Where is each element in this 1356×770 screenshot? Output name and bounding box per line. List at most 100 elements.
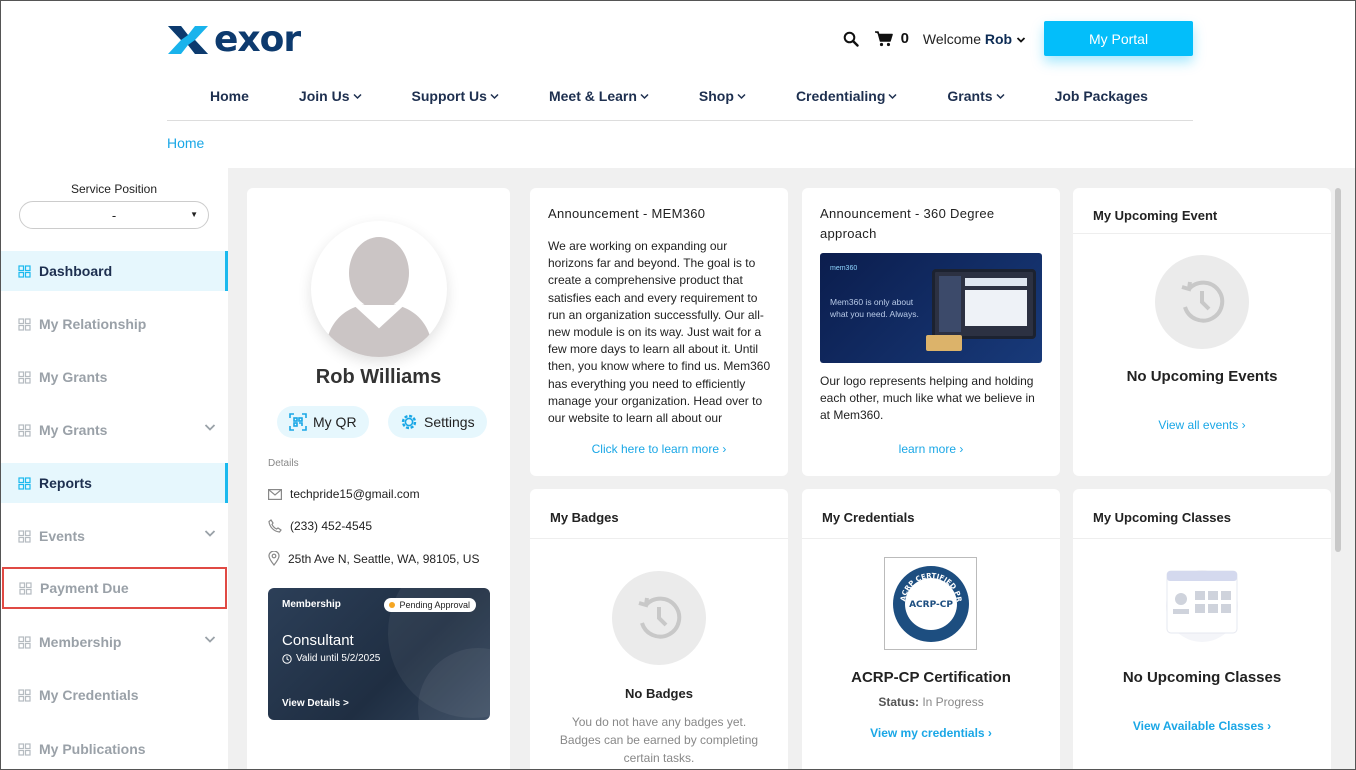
sidebar-item-label: Payment Due — [40, 580, 129, 596]
exor-logo-icon — [168, 26, 208, 54]
nav-meet-learn[interactable]: Meet & Learn — [549, 84, 649, 108]
my-portal-button[interactable]: My Portal — [1044, 21, 1193, 56]
calendar-illustration — [1155, 561, 1249, 643]
acrp-seal-icon: ACRP CERTIFIED PROFESSIONAL ACRP-CP — [891, 564, 969, 642]
grid-icon — [18, 370, 31, 384]
sidebar: Service Position - ▼ Dashboard My Relati… — [0, 168, 228, 770]
chevron-down-icon — [888, 93, 897, 99]
nav-join-us[interactable]: Join Us — [299, 84, 362, 108]
nav-credentialing[interactable]: Credentialing — [796, 84, 897, 108]
image-card — [926, 335, 962, 351]
sidebar-item-label: Membership — [39, 634, 122, 650]
sidebar-item-label: My Credentials — [39, 687, 139, 703]
grid-icon — [18, 317, 31, 331]
nav-job-packages[interactable]: Job Packages — [1055, 84, 1148, 108]
divider — [802, 538, 1060, 539]
card-title: My Badges — [550, 510, 619, 525]
logo[interactable]: exor — [166, 22, 301, 58]
sidebar-item-label: My Relationship — [39, 316, 147, 332]
service-position-select[interactable]: - ▼ — [19, 201, 209, 229]
announcement-card-mem360: Announcement - MEM360 We are working on … — [530, 188, 788, 476]
announcement-title-line2: approach — [820, 226, 877, 241]
user-menu[interactable]: Welcome Rob — [923, 31, 1026, 47]
my-qr-button[interactable]: My QR — [277, 406, 369, 438]
validity-text: Valid until 5/2/2025 — [296, 653, 381, 664]
sidebar-item-reports[interactable]: Reports — [0, 463, 228, 503]
sidebar-item-my-grants[interactable]: My Grants — [0, 357, 228, 397]
grid-icon — [18, 635, 31, 649]
sidebar-item-my-grants-expand[interactable]: My Grants — [0, 410, 228, 450]
nav-label: Job Packages — [1054, 88, 1148, 104]
chevron-down-icon — [1016, 37, 1026, 43]
sidebar-item-my-credentials[interactable]: My Credentials — [0, 675, 228, 715]
nav-support-us[interactable]: Support Us — [412, 84, 499, 108]
location-pin-icon — [268, 551, 280, 566]
phone-text: (233) 452-4545 — [290, 519, 373, 533]
sidebar-item-membership[interactable]: Membership — [0, 622, 228, 662]
image-brand-text: mem360 — [830, 265, 858, 272]
sidebar-item-label: My Publications — [39, 741, 146, 757]
nav-label: Meet & Learn — [548, 88, 637, 104]
card-title: My Upcoming Classes — [1093, 510, 1231, 525]
empty-state-circle — [612, 571, 706, 665]
divider — [1073, 233, 1331, 234]
acrp-cp-seal[interactable]: ACRP CERTIFIED PROFESSIONAL ACRP-CP — [884, 557, 977, 650]
empty-state-desc: Badges can be earned by completing — [559, 733, 759, 747]
scrollbar[interactable] — [1335, 188, 1341, 552]
welcome-text: Welcome — [922, 30, 981, 47]
status-badge: Pending Approval — [384, 598, 476, 612]
nav-label: Grants — [947, 88, 993, 104]
nav-grants[interactable]: Grants — [947, 84, 1005, 108]
avatar[interactable] — [311, 221, 447, 357]
membership-label: Membership — [282, 599, 341, 610]
image-panel — [939, 276, 961, 332]
settings-button[interactable]: Settings — [388, 406, 487, 438]
chevron-down-icon — [352, 93, 362, 99]
learn-more-link[interactable]: Click here to learn more › — [530, 442, 788, 456]
empty-state-desc: certain tasks. — [623, 751, 695, 765]
phone-row: (233) 452-4545 — [268, 519, 372, 533]
certification-name: ACRP-CP Certification — [851, 669, 1011, 686]
main-nav: Home Join Us Support Us Meet & Learn Sho… — [167, 84, 1193, 121]
breadcrumb-home[interactable]: Home — [167, 135, 204, 151]
announcement-image[interactable]: mem360 Mem360 is only about what you nee… — [820, 253, 1042, 363]
nav-home[interactable]: Home — [210, 84, 249, 108]
nav-shop[interactable]: Shop — [699, 84, 746, 108]
image-panel — [965, 278, 1027, 286]
search-icon[interactable] — [843, 31, 859, 47]
sidebar-item-dashboard[interactable]: Dashboard — [0, 251, 228, 291]
status-dot — [389, 602, 396, 608]
service-position-label: Service Position — [70, 182, 158, 196]
nav-label: Join Us — [298, 88, 350, 104]
sidebar-item-label: My Grants — [39, 422, 108, 438]
status-label: Status: — [878, 695, 919, 709]
grid-icon — [18, 476, 31, 490]
membership-card[interactable]: Membership Pending Approval Consultant V… — [268, 588, 490, 720]
nav-label: Shop — [698, 88, 734, 104]
view-credentials-link[interactable]: View my credentials › — [802, 726, 1060, 740]
sidebar-item-my-relationship[interactable]: My Relationship — [0, 304, 228, 344]
cart-icon[interactable] — [874, 30, 893, 47]
sidebar-item-payment-due[interactable]: Payment Due — [2, 567, 227, 609]
view-available-classes-link[interactable]: View Available Classes › — [1073, 719, 1331, 733]
learn-more-link[interactable]: learn more › — [802, 442, 1060, 456]
profile-name: Rob Williams — [315, 366, 442, 388]
view-details-link[interactable]: View Details > — [282, 698, 349, 709]
divider — [1073, 538, 1331, 539]
user-avatar-icon — [325, 237, 433, 357]
email-row: techpride15@gmail.com — [268, 487, 420, 501]
gear-icon — [401, 414, 417, 430]
sidebar-item-my-publications[interactable]: My Publications — [0, 729, 228, 769]
settings-label: Settings — [424, 414, 475, 430]
sidebar-item-events[interactable]: Events — [0, 516, 228, 556]
details-label: Details — [268, 458, 299, 469]
chevron-down-icon — [204, 424, 216, 431]
grid-icon — [18, 688, 31, 702]
view-all-events-link[interactable]: View all events › — [1073, 418, 1331, 432]
chevron-down-icon — [996, 93, 1005, 99]
cart-count: 0 — [900, 30, 909, 47]
chevron-down-icon — [737, 93, 746, 99]
dropdown-arrow-icon: ▼ — [190, 210, 198, 219]
site-header: exor 0 Welcome Rob My Portal Home Join U… — [0, 0, 1356, 168]
sidebar-item-label: Dashboard — [39, 263, 113, 279]
